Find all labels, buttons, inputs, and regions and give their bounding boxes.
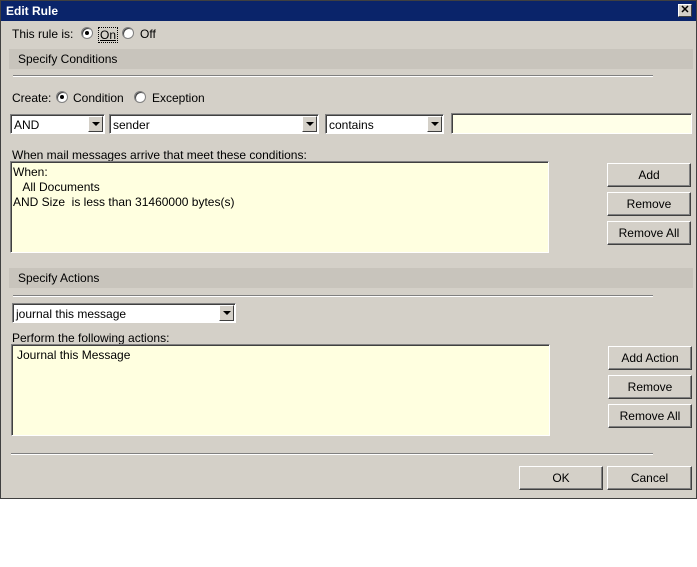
chevron-down-icon[interactable] [88, 116, 103, 132]
rule-on-radio[interactable] [81, 27, 93, 39]
rule-on-label[interactable]: On [98, 27, 119, 43]
divider [11, 453, 653, 455]
conditions-list[interactable]: When: All Documents AND Size is less tha… [10, 161, 549, 253]
condition-radio[interactable] [56, 91, 68, 103]
rule-off-label[interactable]: Off [140, 27, 156, 41]
exception-radio-label[interactable]: Exception [152, 91, 205, 105]
condition-line: AND Size is less than 31460000 bytes(s) [13, 195, 235, 209]
conditions-list-label: When mail messages arrive that meet thes… [12, 148, 307, 162]
operator-select-value: contains [329, 118, 374, 132]
cancel-button[interactable]: Cancel [607, 466, 692, 490]
logic-select[interactable]: AND [10, 114, 105, 134]
add-condition-button[interactable]: Add [607, 163, 691, 187]
remove-condition-button[interactable]: Remove [607, 192, 691, 216]
edit-rule-dialog: Edit Rule ✕ This rule is: On Off Specify… [0, 0, 697, 499]
ok-button[interactable]: OK [519, 466, 603, 490]
close-icon[interactable]: ✕ [678, 4, 692, 17]
chevron-down-icon[interactable] [219, 305, 234, 321]
field-select[interactable]: sender [109, 114, 319, 134]
condition-line: All Documents [13, 180, 100, 194]
logic-select-value: AND [14, 118, 40, 132]
add-action-button[interactable]: Add Action [608, 346, 692, 370]
actions-section-title: Specify Actions [18, 271, 100, 285]
condition-line: When: [13, 165, 48, 179]
divider [13, 75, 653, 77]
condition-radio-label[interactable]: Condition [73, 91, 124, 105]
chevron-down-icon[interactable] [302, 116, 317, 132]
field-select-value: sender [113, 118, 150, 132]
divider [13, 295, 653, 297]
operator-select[interactable]: contains [325, 114, 444, 134]
actions-list[interactable]: Journal this Message [11, 344, 550, 436]
condition-value-input[interactable] [451, 113, 692, 134]
action-select[interactable]: journal this message [12, 303, 236, 323]
remove-all-actions-button[interactable]: Remove All [608, 404, 692, 428]
title-bar: Edit Rule ✕ [1, 1, 696, 21]
action-line: Journal this Message [17, 348, 131, 362]
conditions-section-header: Specify Conditions [9, 49, 693, 69]
remove-action-button[interactable]: Remove [608, 375, 692, 399]
rule-off-radio[interactable] [122, 27, 134, 39]
remove-all-conditions-button[interactable]: Remove All [607, 221, 691, 245]
exception-radio[interactable] [134, 91, 146, 103]
actions-list-label: Perform the following actions: [12, 331, 170, 345]
chevron-down-icon[interactable] [427, 116, 442, 132]
create-label: Create: [12, 91, 52, 105]
rule-state-label: This rule is: [12, 27, 74, 41]
action-select-value: journal this message [16, 307, 127, 321]
conditions-section-title: Specify Conditions [18, 52, 118, 66]
actions-section-header: Specify Actions [9, 268, 693, 288]
dialog-title: Edit Rule [6, 4, 59, 18]
